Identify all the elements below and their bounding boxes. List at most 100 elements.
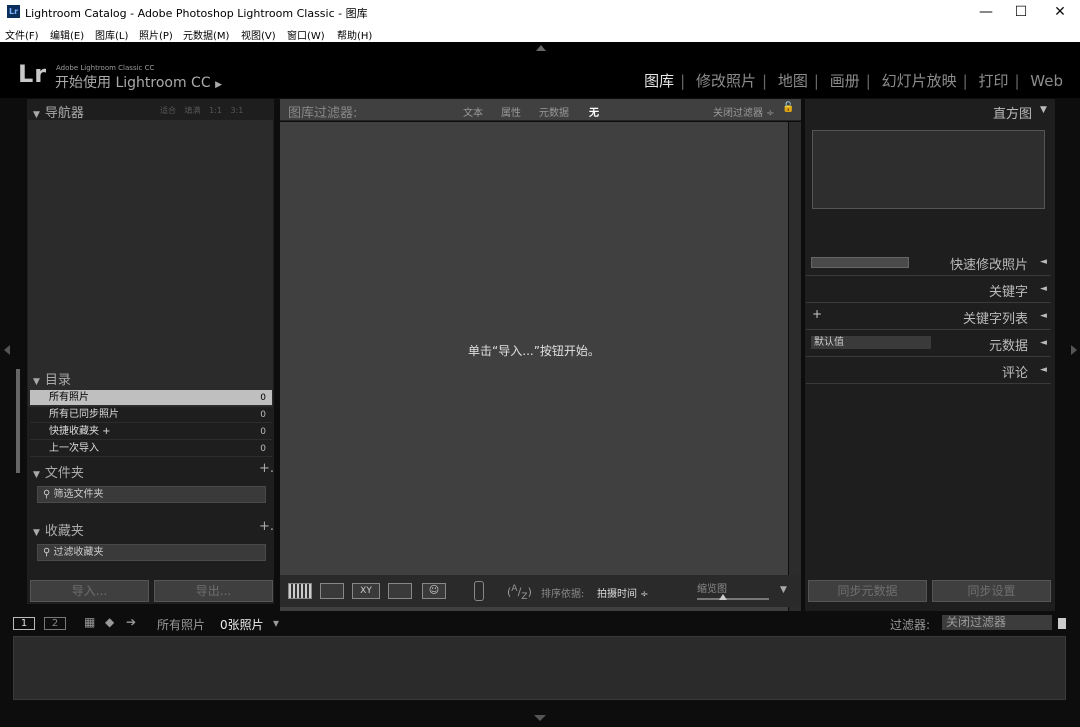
close-button[interactable]: ✕ xyxy=(1040,0,1080,24)
comments-header[interactable]: 评论 xyxy=(1002,362,1028,381)
forward-arrow-icon[interactable]: ➔ xyxy=(126,615,136,629)
grid-icon[interactable]: ▦ xyxy=(84,615,95,629)
sort-direction-icon[interactable]: (A/Z) xyxy=(507,583,532,602)
primary-display-button[interactable]: 1 xyxy=(13,617,35,630)
catalog-header[interactable]: ▼ 目录 xyxy=(33,369,71,389)
keywording-collapse-icon[interactable]: ◄ xyxy=(1040,284,1047,294)
panel-divider xyxy=(806,275,1051,276)
identity-getting-started[interactable]: 开始使用 Lightroom CC ▶ xyxy=(55,72,222,92)
quick-develop-collapse-icon[interactable]: ◄ xyxy=(1040,257,1047,267)
thumbnail-size-slider[interactable] xyxy=(697,598,769,600)
add-collection-button[interactable]: +. xyxy=(259,519,274,534)
module-library[interactable]: 图库 xyxy=(644,72,674,90)
comments-collapse-icon[interactable]: ◄ xyxy=(1040,365,1047,375)
folders-header[interactable]: ▼ 文件夹 xyxy=(33,462,84,482)
module-develop[interactable]: 修改照片 xyxy=(696,72,756,90)
module-print[interactable]: 打印 xyxy=(978,72,1008,90)
add-folder-button[interactable]: +. xyxy=(259,461,274,476)
slider-handle-icon[interactable] xyxy=(719,594,727,600)
module-picker: 图库 | 修改照片 | 地图 | 画册 | 幻灯片放映 | 打印 | Web xyxy=(641,70,1066,91)
minimize-button[interactable]: — xyxy=(966,0,1006,24)
keyword-list-collapse-icon[interactable]: ◄ xyxy=(1040,311,1047,321)
toolbar-menu-arrow-icon[interactable]: ▼ xyxy=(780,585,787,595)
metadata-collapse-icon[interactable]: ◄ xyxy=(1040,338,1047,348)
menu-help[interactable]: 帮助(H) xyxy=(337,27,372,42)
filter-tab-attribute[interactable]: 属性 xyxy=(501,104,521,119)
collapse-bottom-triangle-icon[interactable] xyxy=(534,715,546,721)
filmstrip-source[interactable]: 所有照片 xyxy=(157,616,205,633)
filmstrip[interactable] xyxy=(13,636,1066,700)
library-filter-label: 图库过滤器: xyxy=(288,106,358,121)
back-arrow-icon[interactable]: ◆ xyxy=(105,615,114,629)
menu-view[interactable]: 视图(V) xyxy=(241,27,276,42)
left-panel-scrollbar[interactable] xyxy=(16,369,20,473)
histogram-header[interactable]: 直方图 xyxy=(993,103,1032,122)
module-slideshow[interactable]: 幻灯片放映 xyxy=(882,72,957,90)
catalog-item-quick-collection[interactable]: 快捷收藏夹 + 0 xyxy=(30,424,272,440)
sync-metadata-button[interactable]: 同步元数据 xyxy=(808,580,927,602)
people-view-icon[interactable]: ☺ xyxy=(422,583,446,599)
grid-scrollbar[interactable] xyxy=(789,122,801,615)
quick-develop-preset-select[interactable] xyxy=(811,257,909,268)
keyword-list-header[interactable]: 关键字列表 xyxy=(963,308,1028,327)
filter-select[interactable]: 关闭过滤器 xyxy=(942,615,1052,630)
app-area: Lr Adobe Lightroom Classic CC 开始使用 Light… xyxy=(0,42,1080,727)
collapse-top-triangle-icon[interactable] xyxy=(536,45,546,51)
spray-can-icon[interactable] xyxy=(474,581,484,601)
navigator-zoom-options[interactable]: 适合 填满 1:1 3:1 xyxy=(160,105,243,116)
collections-header[interactable]: ▼ 收藏夹 xyxy=(33,520,84,540)
menu-file[interactable]: 文件(F) xyxy=(5,27,39,42)
metadata-preset-value: 默认值 xyxy=(814,337,844,348)
filter-tab-none[interactable]: 无 xyxy=(589,104,599,119)
source-dropdown-icon[interactable]: ▾ xyxy=(273,616,279,630)
right-panel-toggle-icon[interactable] xyxy=(1071,345,1077,355)
survey-view-icon[interactable] xyxy=(388,583,412,599)
menu-photo[interactable]: 照片(P) xyxy=(139,27,173,42)
add-keyword-button[interactable]: + xyxy=(812,307,822,321)
metadata-header[interactable]: 元数据 xyxy=(989,335,1028,354)
filter-lock-icon[interactable] xyxy=(1058,618,1066,629)
filter-tab-text[interactable]: 文本 xyxy=(463,104,483,119)
search-icon: ⚲ xyxy=(43,489,51,500)
module-map[interactable]: 地图 xyxy=(778,72,808,90)
title-bar: Lr Lightroom Catalog - Adobe Photoshop L… xyxy=(0,0,1080,24)
sort-select[interactable]: 拍摄时间 ÷ xyxy=(597,585,649,600)
sync-settings-button[interactable]: 同步设置 xyxy=(932,580,1051,602)
keywording-header[interactable]: 关键字 xyxy=(989,281,1028,300)
compare-view-icon[interactable]: XY xyxy=(352,583,380,599)
grid-view-icon[interactable] xyxy=(288,583,312,599)
panel-divider xyxy=(806,329,1051,330)
quick-develop-header[interactable]: 快速修改照片 xyxy=(950,254,1028,273)
loupe-view-icon[interactable] xyxy=(320,583,344,599)
menu-metadata[interactable]: 元数据(M) xyxy=(183,27,229,42)
navigator-header[interactable]: ▼ 导航器 xyxy=(33,102,84,122)
export-button[interactable]: 导出... xyxy=(154,580,273,602)
lock-icon[interactable]: 🔓 xyxy=(782,102,794,113)
grid-view[interactable]: 单击“导入...”按钮开始。 xyxy=(280,122,788,615)
catalog-item-synced[interactable]: 所有已同步照片 0 xyxy=(30,407,272,423)
menu-library[interactable]: 图库(L) xyxy=(95,27,128,42)
filmstrip-bar: 1 2 ▦ ◆ ➔ 所有照片 0张照片 ▾ 过滤器: 关闭过滤器 xyxy=(0,611,1080,637)
histogram-collapse-icon[interactable]: ▼ xyxy=(1040,105,1047,115)
collection-filter-input[interactable]: ⚲ 过滤收藏夹 xyxy=(37,544,266,561)
maximize-button[interactable]: ☐ xyxy=(1001,0,1041,24)
catalog-item-previous-import[interactable]: 上一次导入 0 xyxy=(30,441,272,457)
module-web[interactable]: Web xyxy=(1030,72,1063,90)
metadata-preset-select[interactable]: 默认值 xyxy=(811,336,931,349)
navigator-title: 导航器 xyxy=(44,106,84,121)
empty-catalog-message: 单击“导入...”按钮开始。 xyxy=(468,344,600,358)
identity-small-text: Adobe Lightroom Classic CC xyxy=(56,64,155,72)
import-button[interactable]: 导入... xyxy=(30,580,149,602)
menu-window[interactable]: 窗口(W) xyxy=(287,27,325,42)
menu-edit[interactable]: 编辑(E) xyxy=(50,27,84,42)
close-filter-preset[interactable]: 关闭过滤器 ÷ xyxy=(713,104,775,119)
secondary-display-button[interactable]: 2 xyxy=(44,617,66,630)
expand-arrow-icon: ▼ xyxy=(33,528,40,538)
catalog-item-all-photos[interactable]: 所有照片 0 xyxy=(30,390,272,406)
left-panel-toggle-icon[interactable] xyxy=(4,345,10,355)
filter-tab-metadata[interactable]: 元数据 xyxy=(539,104,569,119)
expand-arrow-icon: ▼ xyxy=(33,377,40,387)
module-book[interactable]: 画册 xyxy=(830,72,860,90)
folder-filter-input[interactable]: ⚲ 筛选文件夹 xyxy=(37,486,266,503)
folders-title: 文件夹 xyxy=(44,466,84,481)
